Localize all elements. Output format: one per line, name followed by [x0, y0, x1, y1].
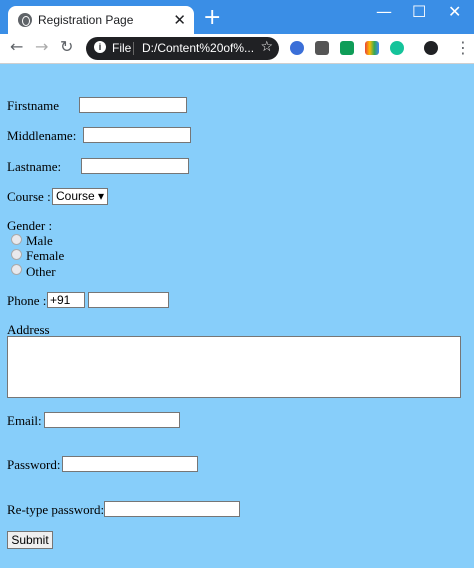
course-label: Course : [7, 189, 51, 204]
email-input[interactable] [44, 412, 180, 428]
grammarly-icon[interactable] [390, 41, 404, 55]
window-close-button[interactable]: ✕ [448, 2, 461, 21]
password-input[interactable] [62, 456, 198, 472]
gender-option-male: Male [26, 233, 53, 248]
globe-icon [18, 13, 32, 27]
gender-radio-other[interactable] [11, 264, 22, 275]
phone-label: Phone : [7, 293, 47, 308]
extension-blue-icon[interactable] [290, 41, 304, 55]
submit-button[interactable]: Submit [7, 531, 53, 549]
scheme-label: File [112, 41, 132, 55]
address-bar[interactable]: i File D:/Content%20of%... ☆ [86, 37, 279, 60]
email-label: Email: [7, 413, 42, 428]
omnibox-divider [133, 42, 134, 55]
new-tab-button[interactable]: + [203, 5, 221, 30]
browser-toolbar: ← → ↻ i File D:/Content%20of%... ☆ ⋮ [0, 34, 474, 64]
tab-strip: Registration Page ✕ + — ☐ ✕ [0, 0, 474, 34]
gender-option-other: Other [26, 264, 56, 279]
tab-close-icon[interactable]: ✕ [173, 11, 186, 29]
course-select[interactable]: Course ▾ [52, 188, 109, 205]
bookmark-star-icon[interactable]: ☆ [260, 39, 273, 55]
forward-button[interactable]: → [35, 37, 48, 56]
gender-label: Gender : [7, 218, 53, 233]
gender-option-female: Female [26, 248, 65, 263]
tab-registration-page[interactable]: Registration Page ✕ [8, 6, 194, 34]
extension-m-icon[interactable] [315, 41, 329, 55]
profile-icon[interactable] [424, 41, 438, 55]
gender-radio-female[interactable] [11, 249, 22, 260]
info-icon[interactable]: i [94, 41, 106, 53]
retype-password-input[interactable] [104, 501, 240, 517]
url-text[interactable]: D:/Content%20of%... [142, 41, 254, 55]
firstname-input[interactable] [79, 97, 187, 113]
maximize-button[interactable]: ☐ [412, 2, 426, 21]
reload-button[interactable]: ↻ [60, 37, 73, 56]
address-textarea[interactable] [7, 336, 461, 398]
menu-icon[interactable]: ⋮ [455, 38, 471, 57]
middlename-label: Middlename: [7, 128, 77, 143]
middlename-input[interactable] [83, 127, 191, 143]
registration-form: Firstname Middlename: Lastname: Course :… [0, 63, 474, 568]
back-button[interactable]: ← [10, 37, 23, 56]
phone-code-input[interactable]: +91 [47, 292, 85, 308]
firstname-label: Firstname [7, 98, 59, 113]
lastname-input[interactable] [81, 158, 189, 174]
gender-radio-male[interactable] [11, 234, 22, 245]
tab-title: Registration Page [38, 13, 134, 27]
minimize-button[interactable]: — [376, 2, 392, 21]
lastname-label: Lastname: [7, 159, 62, 174]
extension-colorful-icon[interactable] [365, 41, 379, 55]
password-label: Password: [7, 457, 61, 472]
retype-password-label: Re-type password: [7, 502, 105, 517]
phone-number-input[interactable] [88, 292, 169, 308]
extension-green-icon[interactable] [340, 41, 354, 55]
browser-chrome: Registration Page ✕ + — ☐ ✕ ← → ↻ i File… [0, 0, 474, 64]
